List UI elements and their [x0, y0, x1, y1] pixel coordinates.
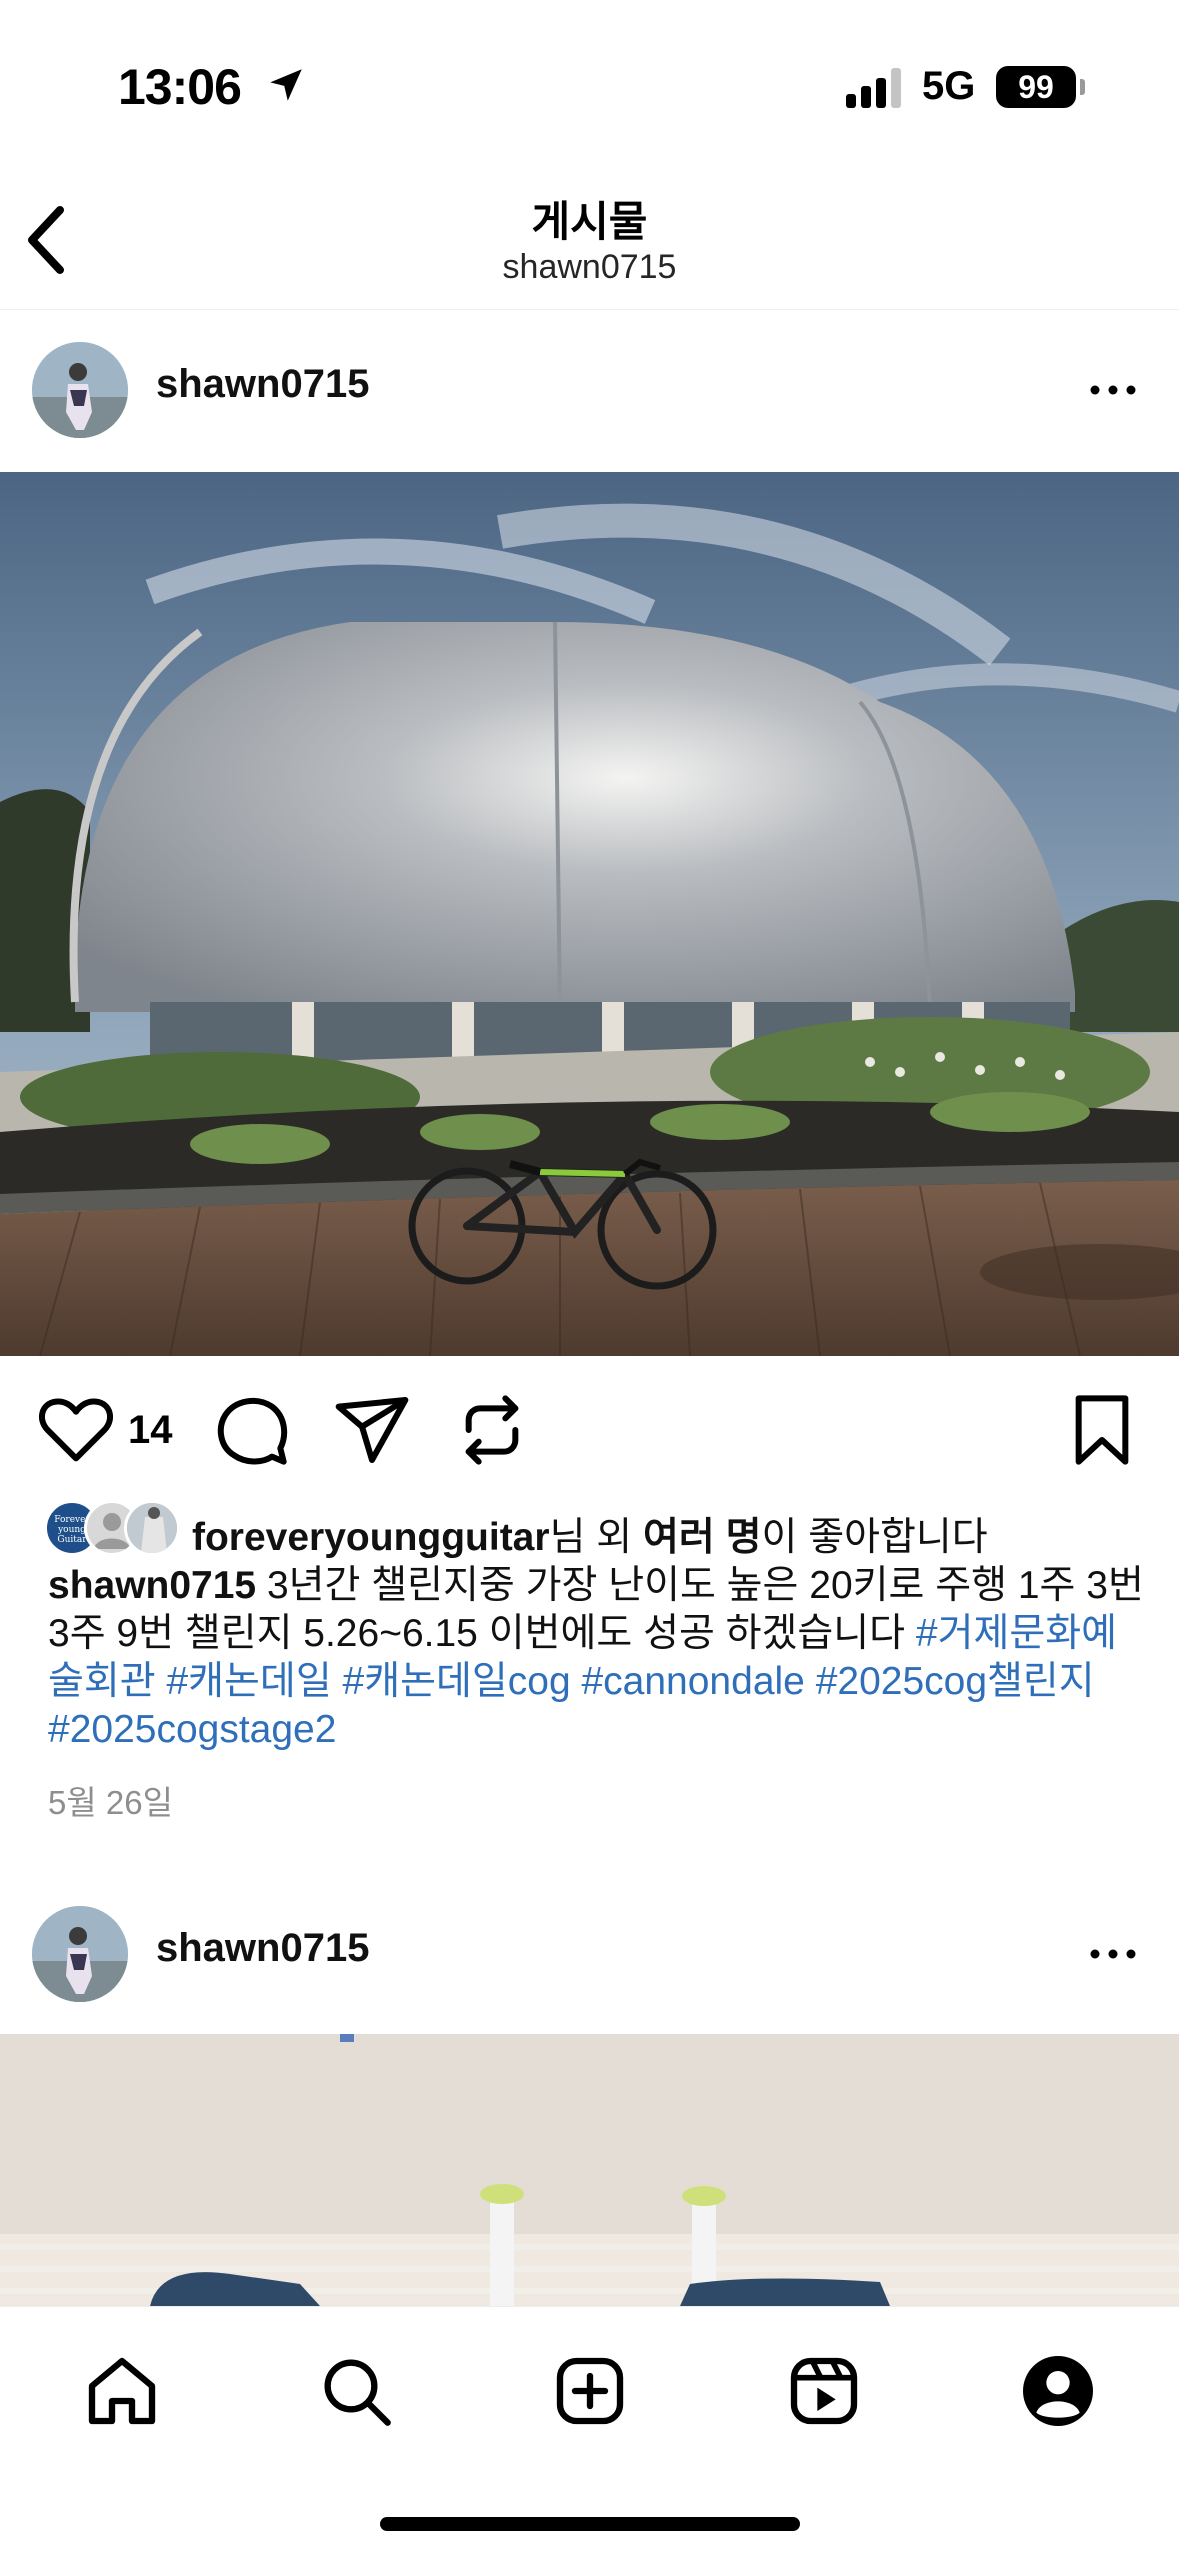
location-arrow-icon [270, 69, 302, 101]
post-date: 5월 26일 [48, 1784, 173, 1821]
liked-by-suffix: 이 좋아합니다 [761, 1516, 988, 1559]
post-caption: shawn0715 3년간 챌린지중 가장 난이도 높은 20키로 주행 1주 … [48, 1562, 1148, 1754]
comment-bubble-icon[interactable] [212, 1390, 292, 1470]
page-title: 게시물 [531, 198, 648, 245]
post-photo[interactable] [0, 2034, 1179, 2306]
liked-by-text: foreveryoungguitar님 외 여러 명이 좋아합니다 [192, 1506, 988, 1562]
bottom-tab-bar [0, 2306, 1179, 2556]
battery-level: 99 [996, 66, 1076, 108]
repost-icon[interactable] [452, 1390, 532, 1470]
nav-header: 게시물 shawn0715 [0, 160, 1179, 310]
post-actions: 14 [0, 1356, 1179, 1506]
author-username[interactable]: shawn0715 [156, 1926, 369, 1971]
status-time: 13:06 [118, 59, 242, 115]
status-bar: 13:06 5G 99 [0, 0, 1179, 160]
post-header: shawn0715 [0, 310, 1179, 470]
create-icon[interactable] [550, 2351, 630, 2431]
author-avatar[interactable] [32, 1906, 128, 2002]
network-type: 5G [922, 64, 976, 108]
hashtag-link[interactable]: #2025cogstage2 [48, 1708, 336, 1751]
profile-icon[interactable] [1018, 2351, 1098, 2431]
search-icon[interactable] [316, 2351, 396, 2431]
post-photo[interactable] [0, 472, 1179, 1356]
reels-icon[interactable] [784, 2351, 864, 2431]
hashtag-link[interactable]: #캐논데일 [166, 1660, 331, 1703]
post-header: shawn0715 [0, 1874, 1179, 2034]
share-send-icon[interactable] [332, 1390, 412, 1470]
liker-avatar [124, 1500, 180, 1556]
battery-tip [1080, 79, 1085, 95]
hashtag-link[interactable]: #2025cog챌린지 [816, 1660, 1095, 1703]
page-subtitle: shawn0715 [502, 248, 677, 286]
liked-by-row[interactable]: Forever young Guitar foreveryoungguitar님… [0, 1494, 1179, 1564]
author-avatar[interactable] [32, 342, 128, 438]
caption-username[interactable]: shawn0715 [48, 1564, 256, 1607]
hashtag-link[interactable]: #캐논데일cog [343, 1660, 571, 1703]
hashtag-link[interactable]: #cannondale [581, 1660, 804, 1703]
more-options-icon[interactable] [1085, 1936, 1141, 1972]
more-options-icon[interactable] [1085, 372, 1141, 408]
liker-username[interactable]: foreveryoungguitar [192, 1516, 550, 1559]
liked-by-suffix: 님 외 [549, 1516, 643, 1559]
home-indicator[interactable] [380, 2517, 800, 2531]
like-count[interactable]: 14 [128, 1408, 173, 1453]
cellular-signal-icon [846, 68, 901, 108]
author-username[interactable]: shawn0715 [156, 362, 369, 407]
like-heart-icon[interactable] [36, 1390, 116, 1470]
liked-by-others[interactable]: 여러 명 [643, 1516, 761, 1559]
bookmark-icon[interactable] [1062, 1390, 1142, 1470]
home-icon[interactable] [82, 2351, 162, 2431]
